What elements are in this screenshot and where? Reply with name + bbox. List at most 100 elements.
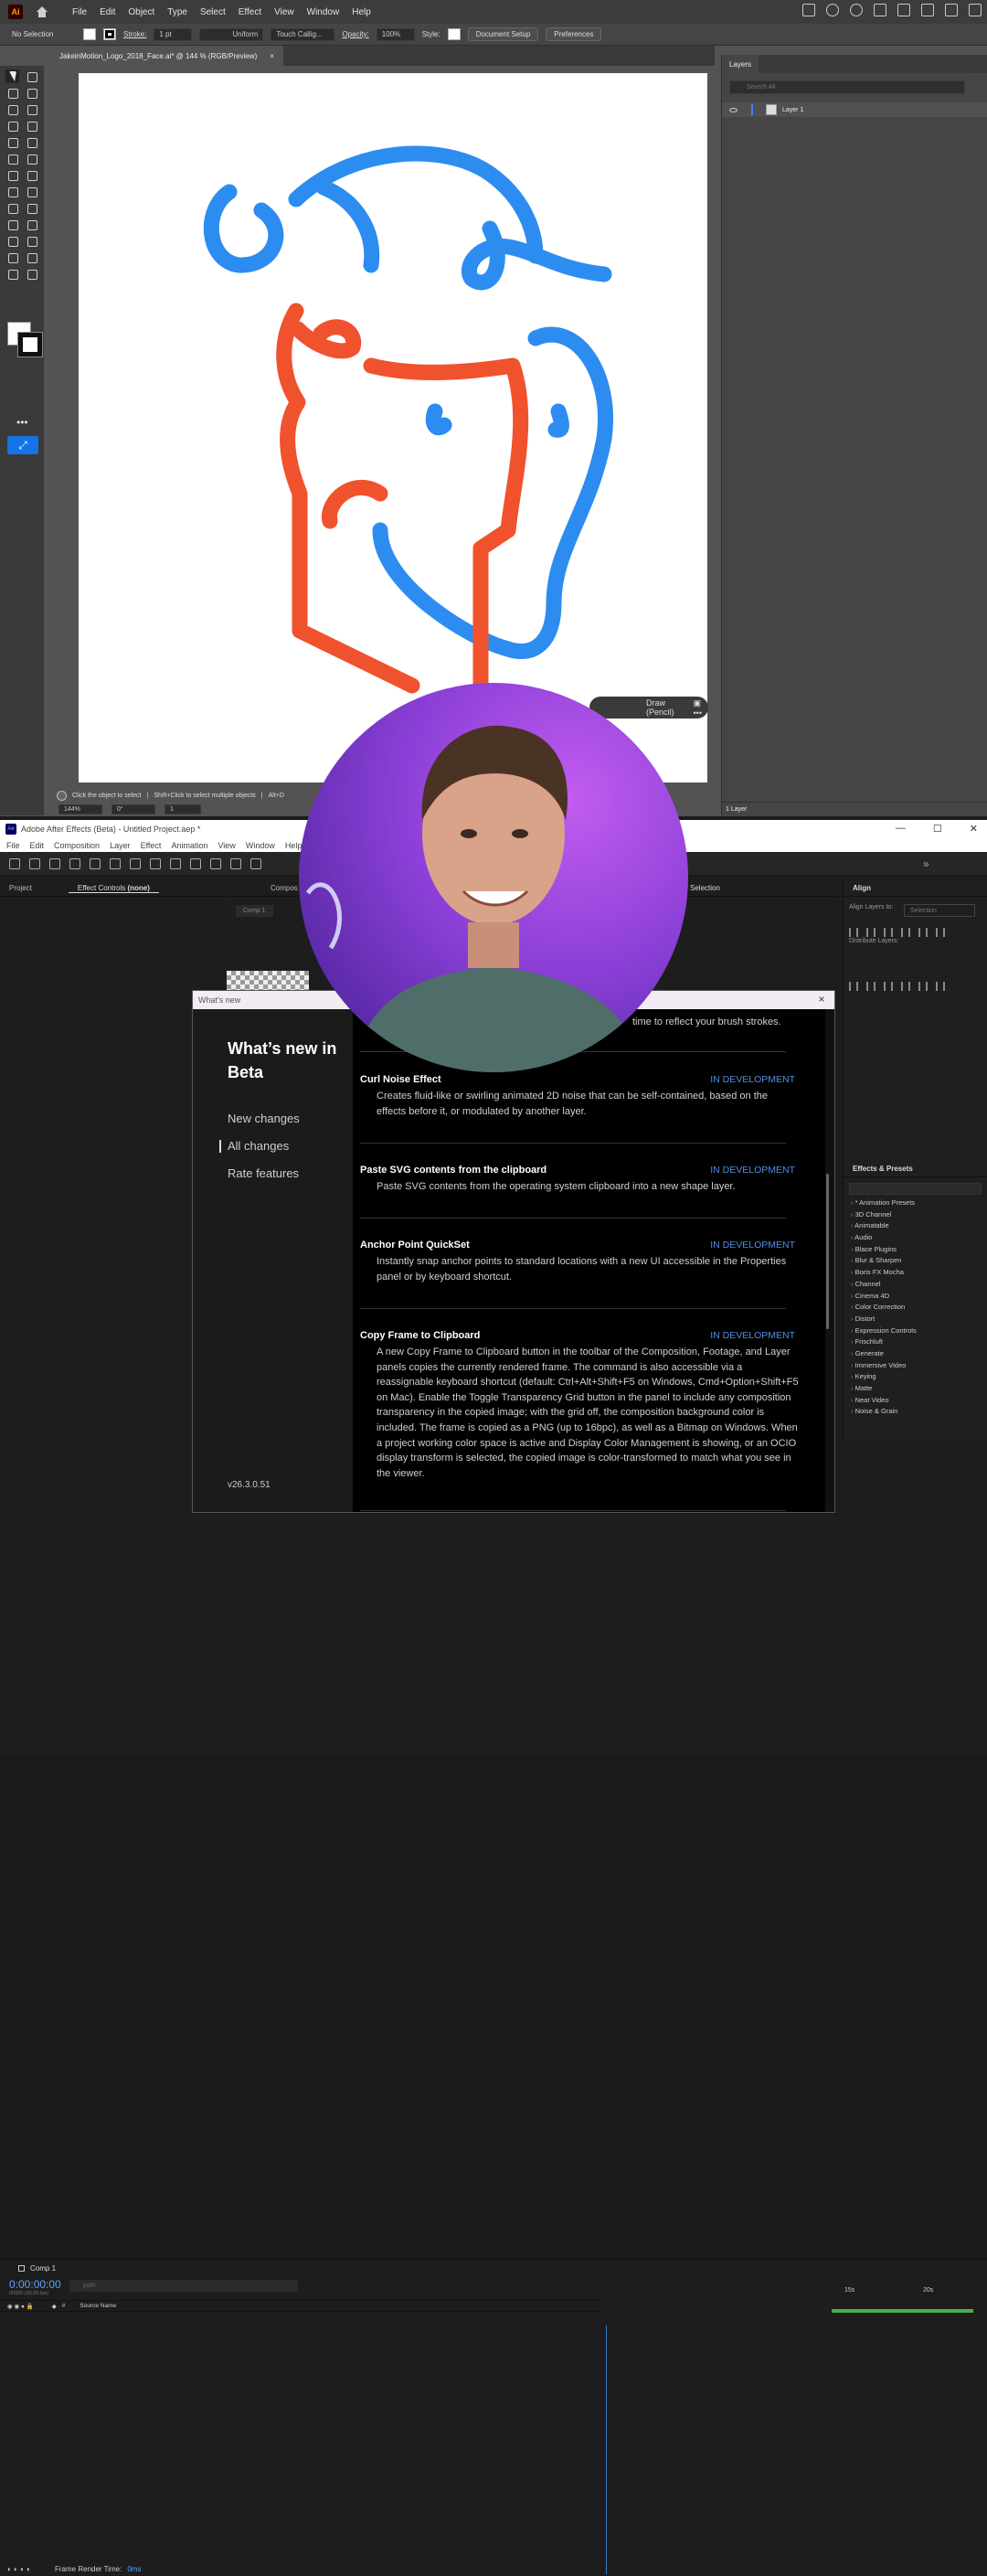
ae-menu-effect[interactable]: Effect xyxy=(141,841,162,850)
line-tool-icon[interactable] xyxy=(25,102,38,116)
brush-definition[interactable]: Touch Callig... xyxy=(271,27,335,41)
type-tool-icon[interactable] xyxy=(5,102,19,116)
effects-category-item[interactable]: Blace Plugins xyxy=(844,1245,987,1257)
current-time[interactable]: 0:00:00:00 xyxy=(9,2278,61,2291)
anchor-tool-icon[interactable] xyxy=(170,857,181,869)
distribute-left-icon[interactable] xyxy=(901,982,910,991)
nav-new-changes[interactable]: New changes xyxy=(228,1112,300,1125)
selection-tool-icon[interactable] xyxy=(29,857,40,869)
symbol-sprayer-tool-icon[interactable] xyxy=(5,234,19,248)
effects-category-item[interactable]: Color Correction xyxy=(844,1303,987,1315)
home-icon[interactable] xyxy=(36,6,48,17)
effect-controls-tab[interactable]: Effect Controls (none) xyxy=(68,884,159,893)
ae-menu-window[interactable]: Window xyxy=(246,841,275,850)
artboard-tool-icon[interactable] xyxy=(5,250,19,264)
expand-icon[interactable]: » xyxy=(923,857,929,870)
layer-row[interactable]: Layer 1 xyxy=(722,102,987,117)
close-icon[interactable]: × xyxy=(816,994,827,1005)
zoom-tool-icon[interactable] xyxy=(69,857,80,869)
pen-tool-icon[interactable] xyxy=(210,857,221,869)
free-transform-tool-icon[interactable] xyxy=(25,168,38,182)
menu-type[interactable]: Type xyxy=(167,7,187,17)
stroke-swatch[interactable] xyxy=(103,28,116,40)
arrange-documents-icon[interactable] xyxy=(897,4,910,16)
effects-category-item[interactable]: Blur & Sharpen xyxy=(844,1256,987,1268)
align-to-dropdown[interactable]: Selection xyxy=(904,904,975,917)
slice-tool-icon[interactable] xyxy=(25,250,38,264)
align-hcenter-icon[interactable] xyxy=(866,928,876,937)
zoom-field[interactable]: 144% xyxy=(58,804,102,814)
nav-rate-features[interactable]: Rate features xyxy=(228,1166,299,1180)
paintbrush-tool-icon[interactable] xyxy=(25,119,38,133)
hand-tool-icon[interactable] xyxy=(5,267,19,281)
hand-tool-icon[interactable] xyxy=(49,857,60,869)
maximize-icon[interactable] xyxy=(945,4,958,16)
effects-category-item[interactable]: Animatable xyxy=(844,1221,987,1233)
menu-help[interactable]: Help xyxy=(352,7,371,17)
layers-search-input[interactable]: Search All xyxy=(729,80,965,94)
ae-menu-edit[interactable]: Edit xyxy=(30,841,45,850)
change-screen-mode-icon[interactable]: ⤢ xyxy=(7,436,38,454)
brush-tool-icon[interactable] xyxy=(250,857,261,869)
mesh-tool-icon[interactable] xyxy=(5,201,19,215)
preferences-button[interactable]: Preferences xyxy=(546,27,602,41)
distribute-right-icon[interactable] xyxy=(936,982,945,991)
project-tab[interactable]: Project xyxy=(0,884,41,892)
stroke-label[interactable]: Stroke: xyxy=(123,30,146,38)
effects-category-item[interactable]: Neat Video xyxy=(844,1396,987,1408)
av-switches-icon[interactable]: ◉ ◉ ● 🔒 xyxy=(7,2303,34,2310)
search-icon[interactable] xyxy=(850,4,863,16)
distribute-vcenter-icon[interactable] xyxy=(866,982,876,991)
draw-mode-pill[interactable]: Draw (Pencil) ▣ ••• xyxy=(589,697,708,719)
footer-toggle-icons[interactable]: ◐ ◐ ◐ ◐ xyxy=(7,2565,31,2573)
layers-tab[interactable]: Layers xyxy=(722,55,759,73)
layer-name[interactable]: Layer 1 xyxy=(782,107,803,113)
menu-window[interactable]: Window xyxy=(307,7,340,17)
direct-selection-tool-icon[interactable] xyxy=(25,69,38,83)
nav-all-changes[interactable]: All changes xyxy=(218,1139,289,1153)
menu-view[interactable]: View xyxy=(274,7,294,17)
visibility-eye-icon[interactable] xyxy=(729,107,738,112)
notification-icon[interactable] xyxy=(826,4,839,16)
orbit-tool-icon[interactable] xyxy=(90,857,101,869)
dialog-scrollbar-thumb[interactable] xyxy=(826,1174,829,1329)
align-left-icon[interactable] xyxy=(849,928,858,937)
gradient-tool-icon[interactable] xyxy=(25,201,38,215)
align-vcenter-icon[interactable] xyxy=(918,928,928,937)
effects-search-input[interactable] xyxy=(849,1183,982,1195)
document-setup-button[interactable]: Document Setup xyxy=(467,27,539,41)
artboard[interactable] xyxy=(79,73,707,782)
comp-chip[interactable]: Comp 1 xyxy=(236,905,273,917)
distribute-top-icon[interactable] xyxy=(849,982,858,991)
ae-menu-layer[interactable]: Layer xyxy=(110,841,131,850)
workspace-icon[interactable] xyxy=(874,4,886,16)
scale-tool-icon[interactable] xyxy=(25,152,38,165)
variable-width-profile[interactable]: Uniform xyxy=(199,27,264,41)
artboard-navigator[interactable]: 1 xyxy=(164,804,201,814)
effects-category-item[interactable]: 3D Channel xyxy=(844,1210,987,1222)
effects-category-item[interactable]: Matte xyxy=(844,1384,987,1396)
ae-menu-help[interactable]: Help xyxy=(285,841,302,850)
menu-effect[interactable]: Effect xyxy=(239,7,261,17)
effects-category-item[interactable]: Audio xyxy=(844,1233,987,1245)
effects-presets-title[interactable]: Effects & Presets xyxy=(844,1161,987,1177)
align-title[interactable]: Align xyxy=(844,880,987,897)
shaper-tool-icon[interactable] xyxy=(5,135,19,149)
pan-tool-icon[interactable] xyxy=(110,857,121,869)
align-right-icon[interactable] xyxy=(884,928,893,937)
reflect-tool-icon[interactable] xyxy=(5,152,19,165)
maximize-icon[interactable]: ☐ xyxy=(933,823,942,835)
share-icon[interactable] xyxy=(802,4,815,16)
edit-toolbar-icon[interactable]: ••• xyxy=(16,416,28,429)
effects-category-item[interactable]: Immersive Video xyxy=(844,1361,987,1373)
stroke-weight-field[interactable]: 1 pt xyxy=(154,27,193,41)
document-tab[interactable]: JakeinMotion_Logo_2018_Face.ai* @ 144 % … xyxy=(46,46,283,66)
playhead[interactable] xyxy=(606,2326,607,2574)
distribute-hcenter-icon[interactable] xyxy=(918,982,928,991)
opacity-label[interactable]: Opacity: xyxy=(342,30,368,38)
style-swatch[interactable] xyxy=(447,28,461,40)
shape-builder-tool-icon[interactable] xyxy=(5,185,19,198)
close-icon[interactable] xyxy=(969,4,982,16)
ae-menu-view[interactable]: View xyxy=(218,841,235,850)
eraser-tool-icon[interactable] xyxy=(25,135,38,149)
